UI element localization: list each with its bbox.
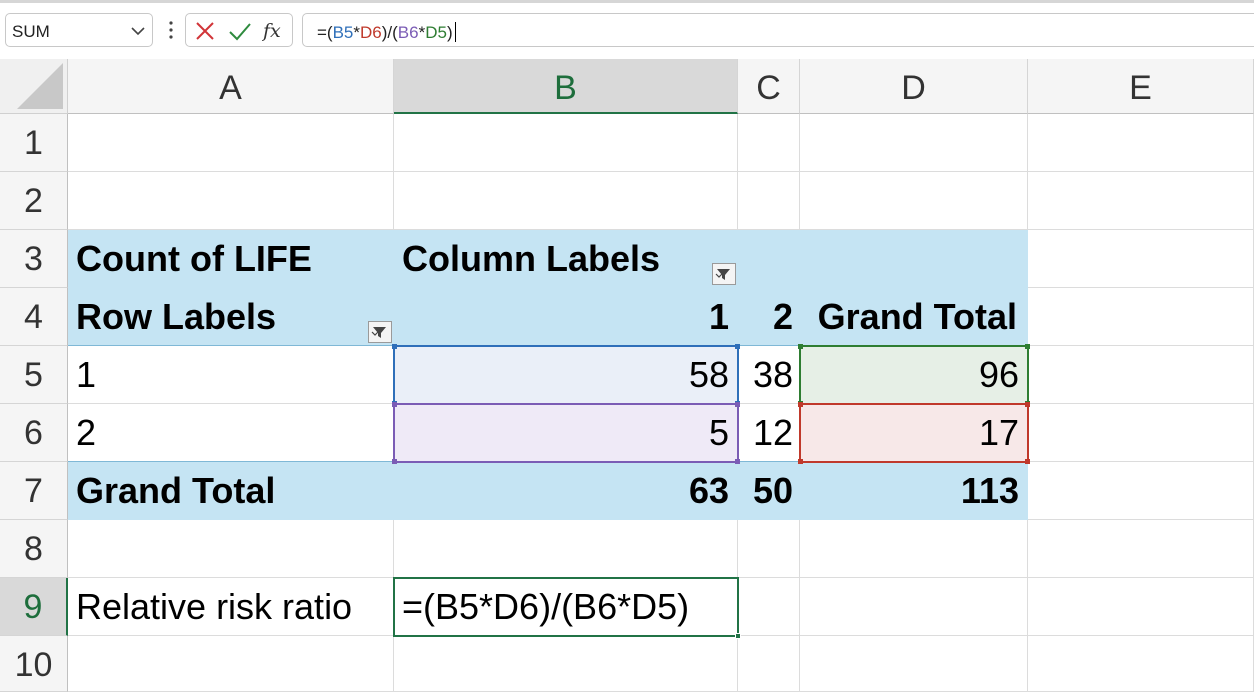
cell-c1[interactable]	[738, 114, 800, 172]
cell-c2[interactable]	[738, 172, 800, 230]
cell-d7[interactable]: 113	[800, 462, 1028, 520]
cell-d2[interactable]	[800, 172, 1028, 230]
formula-input[interactable]: =(B5*D6)/(B6*D5)	[302, 13, 1254, 47]
cell-b1[interactable]	[394, 114, 738, 172]
cell-e10[interactable]	[1028, 636, 1254, 692]
cell-a8[interactable]	[68, 520, 394, 578]
svg-text:fx: fx	[262, 20, 281, 42]
row-labels-filter-button[interactable]	[368, 321, 392, 343]
formula-buttons: fx	[185, 13, 293, 47]
column-header-c[interactable]: C	[738, 59, 800, 114]
row-header-1[interactable]: 1	[0, 114, 68, 172]
cell-a3-pivot-title[interactable]: Count of LIFE	[68, 230, 394, 288]
row-header-7[interactable]: 7	[0, 462, 68, 520]
cell-e1[interactable]	[1028, 114, 1254, 172]
cell-a5[interactable]: 1	[68, 346, 394, 404]
cell-a6[interactable]: 2	[68, 404, 394, 462]
reference-highlight-d5	[798, 344, 1030, 406]
cell-c10[interactable]	[738, 636, 800, 692]
cancel-x-icon[interactable]	[194, 20, 216, 42]
spreadsheet-grid: A B C D E 1 2 3 4 5 6 7 8 9 10 Count of …	[0, 59, 1254, 692]
row-header-4[interactable]: 4	[0, 288, 68, 346]
cell-c7[interactable]: 50	[738, 462, 800, 520]
cell-a1[interactable]	[68, 114, 394, 172]
cell-c8[interactable]	[738, 520, 800, 578]
cell-a2[interactable]	[68, 172, 394, 230]
cell-e5[interactable]	[1028, 346, 1254, 404]
more-options-icon[interactable]	[164, 19, 178, 41]
cell-b8[interactable]	[394, 520, 738, 578]
cell-b3-column-labels[interactable]: Column Labels	[394, 230, 738, 288]
row-header-8[interactable]: 8	[0, 520, 68, 578]
text-cursor	[454, 22, 456, 42]
reference-highlight-b5	[392, 344, 740, 406]
cell-a7-grand-total[interactable]: Grand Total	[68, 462, 394, 520]
cell-d9[interactable]	[800, 578, 1028, 636]
formula-text: =(B5*D6)/(B6*D5)	[317, 22, 456, 43]
cell-d8[interactable]	[800, 520, 1028, 578]
cell-a4-row-labels[interactable]: Row Labels	[68, 288, 394, 346]
formula-bar: SUM fx =(B5*D6)/(B6*D5)	[0, 3, 1254, 59]
cell-b7[interactable]: 63	[394, 462, 738, 520]
cell-e7[interactable]	[1028, 462, 1254, 520]
insert-function-fx-icon[interactable]: fx	[261, 20, 288, 42]
filter-icon	[715, 269, 730, 280]
row-header-9[interactable]: 9	[0, 578, 68, 636]
cell-e9[interactable]	[1028, 578, 1254, 636]
fill-handle[interactable]	[735, 633, 741, 639]
column-header-d[interactable]: D	[800, 59, 1028, 114]
cell-d3[interactable]	[800, 230, 1028, 288]
cell-b10[interactable]	[394, 636, 738, 692]
chevron-down-icon[interactable]	[130, 24, 146, 42]
cell-e6[interactable]	[1028, 404, 1254, 462]
cell-c4[interactable]: 2	[738, 288, 800, 346]
cell-a9-label[interactable]: Relative risk ratio	[68, 578, 394, 636]
row-header-6[interactable]: 6	[0, 404, 68, 462]
cell-d10[interactable]	[800, 636, 1028, 692]
cell-c6[interactable]: 12	[738, 404, 800, 462]
cell-c5[interactable]: 38	[738, 346, 800, 404]
active-cell-border	[393, 577, 741, 639]
cell-d4-grand-total-header[interactable]: Grand Total	[800, 288, 1028, 346]
column-header-e[interactable]: E	[1028, 59, 1254, 114]
name-box[interactable]: SUM	[5, 13, 153, 47]
cell-e8[interactable]	[1028, 520, 1254, 578]
name-box-value: SUM	[12, 22, 50, 41]
cell-e4[interactable]	[1028, 288, 1254, 346]
cell-c3[interactable]	[738, 230, 800, 288]
cell-b4[interactable]: 1	[394, 288, 738, 346]
cell-e2[interactable]	[1028, 172, 1254, 230]
cell-c9[interactable]	[738, 578, 800, 636]
filter-icon	[371, 327, 386, 338]
cell-b2[interactable]	[394, 172, 738, 230]
enter-check-icon[interactable]	[228, 20, 251, 42]
column-header-a[interactable]: A	[68, 59, 394, 114]
column-header-b[interactable]: B	[394, 59, 738, 114]
cell-a10[interactable]	[68, 636, 394, 692]
reference-highlight-b6	[392, 402, 740, 464]
row-header-3[interactable]: 3	[0, 230, 68, 288]
column-labels-filter-button[interactable]	[712, 263, 736, 285]
cell-e3[interactable]	[1028, 230, 1254, 288]
reference-highlight-d6	[798, 402, 1030, 464]
row-header-10[interactable]: 10	[0, 636, 68, 692]
row-header-5[interactable]: 5	[0, 346, 68, 404]
row-header-2[interactable]: 2	[0, 172, 68, 230]
select-all-corner[interactable]	[0, 59, 68, 114]
cell-d1[interactable]	[800, 114, 1028, 172]
